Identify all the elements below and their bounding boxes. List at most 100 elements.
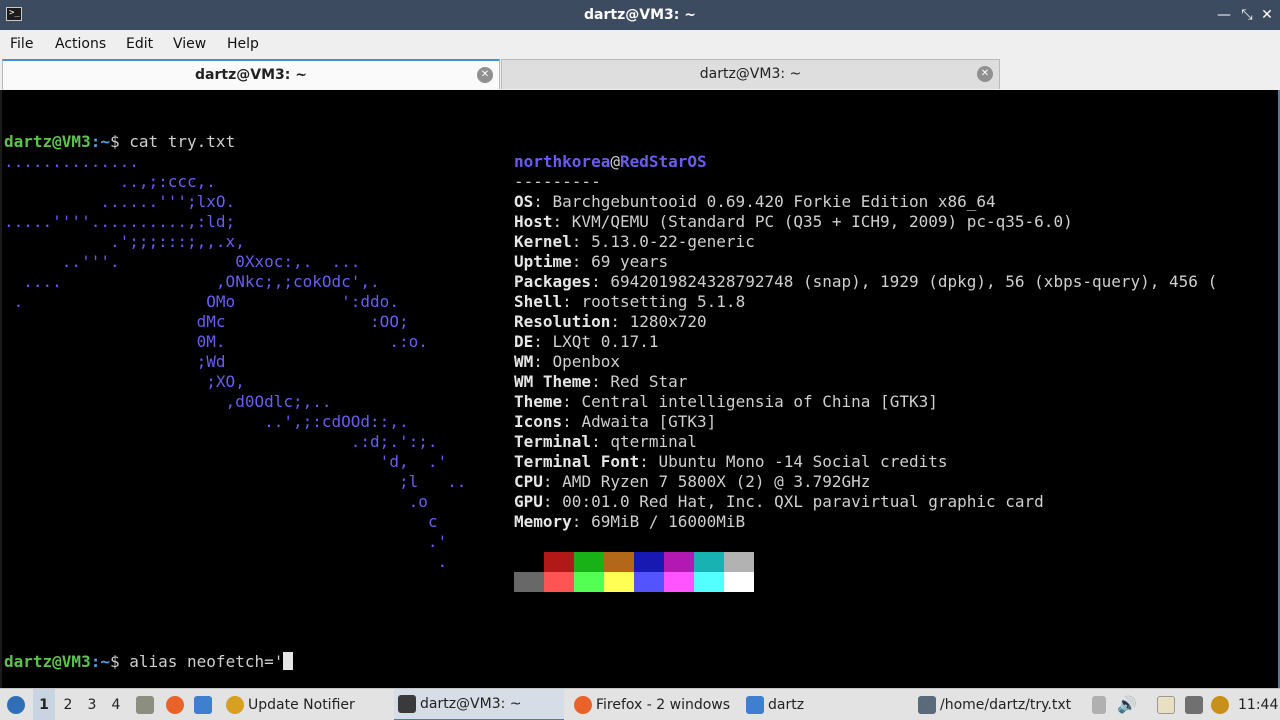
- monitor-icon: [194, 696, 212, 714]
- ascii-art-line: .... ,ONkc;,;cokOdc',.: [4, 272, 380, 291]
- workspace-2[interactable]: 2: [57, 689, 79, 720]
- color-swatch: [544, 552, 574, 572]
- info-value: Openbox: [552, 352, 620, 371]
- info-row: WM Theme: Red Star: [514, 372, 687, 392]
- info-row: Host: KVM/QEMU (Standard PC (Q35 + ICH9,…: [514, 212, 1073, 232]
- update-tray-button[interactable]: [1208, 689, 1232, 720]
- workspace-3[interactable]: 3: [81, 689, 103, 720]
- color-swatch: [634, 552, 664, 572]
- ascii-art-line: ;Wd: [4, 352, 226, 371]
- close-tab-icon[interactable]: ✕: [477, 67, 493, 83]
- info-value: rootsetting 5.1.8: [581, 292, 746, 311]
- info-row: DE: LXQt 0.17.1: [514, 332, 659, 352]
- menu-actions[interactable]: Actions: [55, 30, 106, 58]
- update-notifier-icon: [226, 696, 244, 714]
- command-input-text[interactable]: alias neofetch=': [129, 652, 283, 671]
- clock[interactable]: 11:44: [1238, 689, 1278, 720]
- menu-edit[interactable]: Edit: [126, 30, 153, 58]
- info-value: Ubuntu Mono -14 Social credits: [658, 452, 948, 471]
- info-colon: :: [571, 252, 592, 271]
- firefox-icon: [574, 696, 592, 714]
- maximize-button[interactable]: ⤡: [1238, 5, 1256, 25]
- info-key: WM: [514, 352, 534, 371]
- info-key: Terminal Font: [514, 452, 640, 471]
- start-menu-button[interactable]: [4, 689, 28, 720]
- tab-terminal-1[interactable]: dartz@VM3: ~ ✕: [2, 59, 500, 89]
- info-row: Uptime: 69 years: [514, 252, 668, 272]
- info-value: Red Star: [610, 372, 688, 391]
- network-button[interactable]: [1182, 689, 1206, 720]
- info-value: 5.13.0-22-generic: [591, 232, 755, 251]
- show-desktop-launcher[interactable]: [134, 689, 156, 720]
- prompt-line-1: dartz@VM3:~$ cat try.txt: [4, 132, 236, 151]
- window-titlebar[interactable]: >_ dartz@VM3: ~ — ⤡ ✕: [0, 0, 1280, 30]
- info-key: WM Theme: [514, 372, 592, 391]
- close-window-button[interactable]: ✕: [1258, 5, 1276, 25]
- ascii-art-line: ......''';lxO.: [4, 192, 236, 211]
- info-key: Host: [514, 212, 553, 231]
- color-swatch: [514, 572, 544, 592]
- info-value: 69 years: [591, 252, 669, 271]
- ascii-art-line: dMc :OO;: [4, 312, 409, 331]
- color-swatch: [664, 552, 694, 572]
- task-terminal[interactable]: dartz@VM3: ~: [394, 689, 564, 720]
- info-key: CPU: [514, 472, 543, 491]
- info-row: CPU: AMD Ryzen 7 5800X (2) @ 3.792GHz: [514, 472, 870, 492]
- task-text-editor[interactable]: /home/dartz/try.txt: [914, 689, 1084, 720]
- color-swatch: [694, 572, 724, 592]
- task-update-notifier[interactable]: Update Notifier: [222, 689, 386, 720]
- info-value: 69MiB / 16000MiB: [591, 512, 746, 531]
- info-key: Terminal: [514, 432, 592, 451]
- task-firefox[interactable]: Firefox - 2 windows: [570, 689, 740, 720]
- info-value: Barchgebuntooid 0.69.420 Forkie Edition …: [552, 192, 996, 211]
- info-colon: :: [552, 212, 572, 231]
- tray-scroll-button[interactable]: [1090, 689, 1110, 720]
- info-value: LXQt 0.17.1: [552, 332, 659, 351]
- menu-view[interactable]: View: [173, 30, 206, 58]
- lxqt-logo-icon: [7, 696, 25, 714]
- volume-button[interactable]: 🔊: [1116, 689, 1138, 720]
- minimize-button[interactable]: —: [1215, 5, 1233, 25]
- info-row: WM: Openbox: [514, 352, 620, 372]
- ascii-art-line: ..............: [4, 152, 139, 171]
- info-colon: :: [571, 512, 592, 531]
- info-key: Resolution: [514, 312, 611, 331]
- text-editor-icon: [918, 696, 936, 714]
- info-row: Theme: Central intelligensia of China [G…: [514, 392, 938, 412]
- info-key: Shell: [514, 292, 563, 311]
- info-key: DE: [514, 332, 534, 351]
- workspace-4[interactable]: 4: [105, 689, 127, 720]
- ascii-art-line: ..,;:ccc,.: [4, 172, 216, 191]
- info-row: OS: Barchgebuntooid 0.69.420 Forkie Edit…: [514, 192, 996, 212]
- info-row: Memory: 69MiB / 16000MiB: [514, 512, 745, 532]
- info-row: Terminal Font: Ubuntu Mono -14 Social cr…: [514, 452, 947, 472]
- ascii-art-line: .: [4, 552, 448, 571]
- file-manager-launcher[interactable]: [192, 689, 216, 720]
- ascii-art-line: .:d;.':;.: [4, 432, 438, 451]
- ascii-art-line: c: [4, 512, 438, 531]
- ascii-art-line: ;XO,: [4, 372, 245, 391]
- tab-terminal-2[interactable]: dartz@VM3: ~ ✕: [501, 59, 1000, 89]
- info-colon: :: [562, 392, 582, 411]
- info-separator: ---------: [514, 172, 601, 191]
- clipboard-button[interactable]: [1154, 689, 1178, 720]
- info-header: northkorea@RedStarOS: [514, 152, 707, 171]
- ascii-art-line: . OMo ':ddo.: [4, 292, 399, 311]
- show-desktop-icon: [136, 696, 154, 714]
- terminal-output[interactable]: dartz@VM3:~$ cat try.txt .............. …: [0, 90, 1280, 688]
- menu-help[interactable]: Help: [227, 30, 259, 58]
- menu-file[interactable]: File: [10, 30, 33, 58]
- ascii-art-line: 0M. .:o.: [4, 332, 428, 351]
- info-key: Theme: [514, 392, 563, 411]
- color-swatch: [514, 552, 544, 572]
- ascii-art-line: ;l ..: [4, 472, 467, 491]
- close-tab-icon[interactable]: ✕: [977, 66, 993, 82]
- volume-icon: 🔊: [1117, 695, 1137, 714]
- task-file-manager[interactable]: dartz: [742, 689, 912, 720]
- info-key: Icons: [514, 412, 563, 431]
- workspace-1[interactable]: 1: [33, 689, 55, 720]
- ascii-art-line: ..',;:cdOOd::,.: [4, 412, 409, 431]
- info-row: Kernel: 5.13.0-22-generic: [514, 232, 755, 252]
- info-colon: :: [591, 372, 611, 391]
- firefox-launcher[interactable]: [164, 689, 186, 720]
